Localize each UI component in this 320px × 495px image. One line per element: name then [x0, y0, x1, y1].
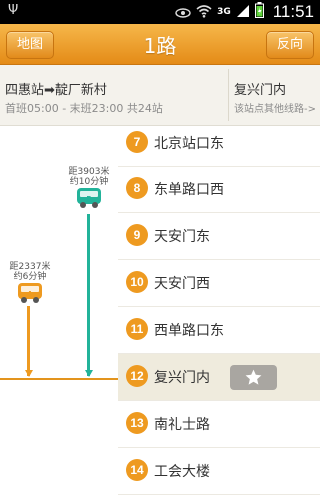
bus-icon: B [76, 188, 102, 208]
station-item[interactable]: 13 南礼士路 [118, 401, 320, 448]
bus-b[interactable]: 距3903米 约10分钟 B [66, 167, 112, 208]
bus-a[interactable]: 距2337米 约6分钟 A [7, 262, 53, 303]
station-name: 东单路口西 [154, 182, 224, 198]
reverse-button[interactable]: 反向 [265, 31, 314, 59]
station-item[interactable]: 11 西单路口东 [118, 307, 320, 354]
divider [228, 69, 229, 121]
nearest-stop[interactable]: 复兴门内 [234, 79, 286, 98]
station-item[interactable]: 14 工会大楼 [118, 448, 320, 495]
station-item-current[interactable]: 12 复兴门内 [118, 354, 320, 401]
bus-tracker: 距3903米 约10分钟 B 距2337米 约6分钟 A [0, 126, 118, 480]
header-bar: 地图 1路 反向 [0, 24, 320, 65]
clock: 11:51 [272, 2, 314, 21]
bus-a-letter: A [27, 290, 33, 298]
station-number: 9 [126, 224, 148, 246]
bus-a-eta: 约6分钟 [13, 272, 47, 282]
station-item[interactable]: 9 天安门东 [118, 213, 320, 260]
other-lines-link[interactable]: 该站点其他线路-> [234, 100, 316, 115]
wifi-icon [196, 3, 212, 22]
station-list: 7 北京站口东 8 东单路口西 9 天安门东 10 天安门西 11 西单路口东 … [118, 126, 320, 495]
favorite-button[interactable] [230, 365, 277, 390]
route-direction: 四惠站➡靛厂新村 [5, 83, 107, 98]
station-item[interactable]: 8 东单路口西 [118, 166, 320, 213]
station-name: 工会大楼 [154, 464, 210, 480]
bus-icon: A [17, 283, 43, 303]
station-number: 13 [126, 412, 148, 434]
station-name: 北京站口东 [154, 136, 224, 152]
station-name: 复兴门内 [154, 370, 210, 386]
station-name: 南礼士路 [154, 417, 210, 433]
bus-b-arrow [85, 370, 93, 377]
station-number: 8 [126, 177, 148, 199]
station-name: 西单路口东 [154, 323, 224, 339]
star-icon [245, 369, 262, 385]
station-number: 11 [126, 318, 148, 340]
battery-icon [254, 2, 264, 22]
status-icons: 3G 11:51 [175, 0, 314, 24]
station-number: 7 [126, 131, 148, 153]
bus-b-track [87, 214, 90, 376]
station-name: 天安门东 [154, 229, 210, 245]
usb-icon: Ψ [8, 3, 19, 18]
station-item[interactable]: 7 北京站口东 [118, 120, 320, 167]
network-type: 3G [217, 7, 231, 17]
signal-icon [236, 3, 250, 22]
station-item[interactable]: 10 天安门西 [118, 260, 320, 307]
station-number: 10 [126, 271, 148, 293]
route-info: 四惠站➡靛厂新村 首班05:00 - 末班23:00 共24站 复兴门内 该站点… [0, 65, 320, 126]
station-number: 12 [126, 365, 148, 387]
status-bar: Ψ 3G 11:51 [0, 0, 320, 24]
bus-a-track [27, 306, 30, 376]
bus-b-letter: B [86, 195, 92, 203]
bus-a-arrow [25, 370, 33, 377]
bus-b-distance: 距3903米 [68, 167, 110, 177]
route-schedule: 首班05:00 - 末班23:00 共24站 [5, 102, 163, 115]
station-number: 14 [126, 459, 148, 481]
route-line [0, 378, 118, 380]
eye-icon [175, 3, 191, 22]
bus-a-distance: 距2337米 [9, 262, 51, 272]
station-name: 天安门西 [154, 276, 210, 292]
bus-b-eta: 约10分钟 [69, 177, 109, 187]
